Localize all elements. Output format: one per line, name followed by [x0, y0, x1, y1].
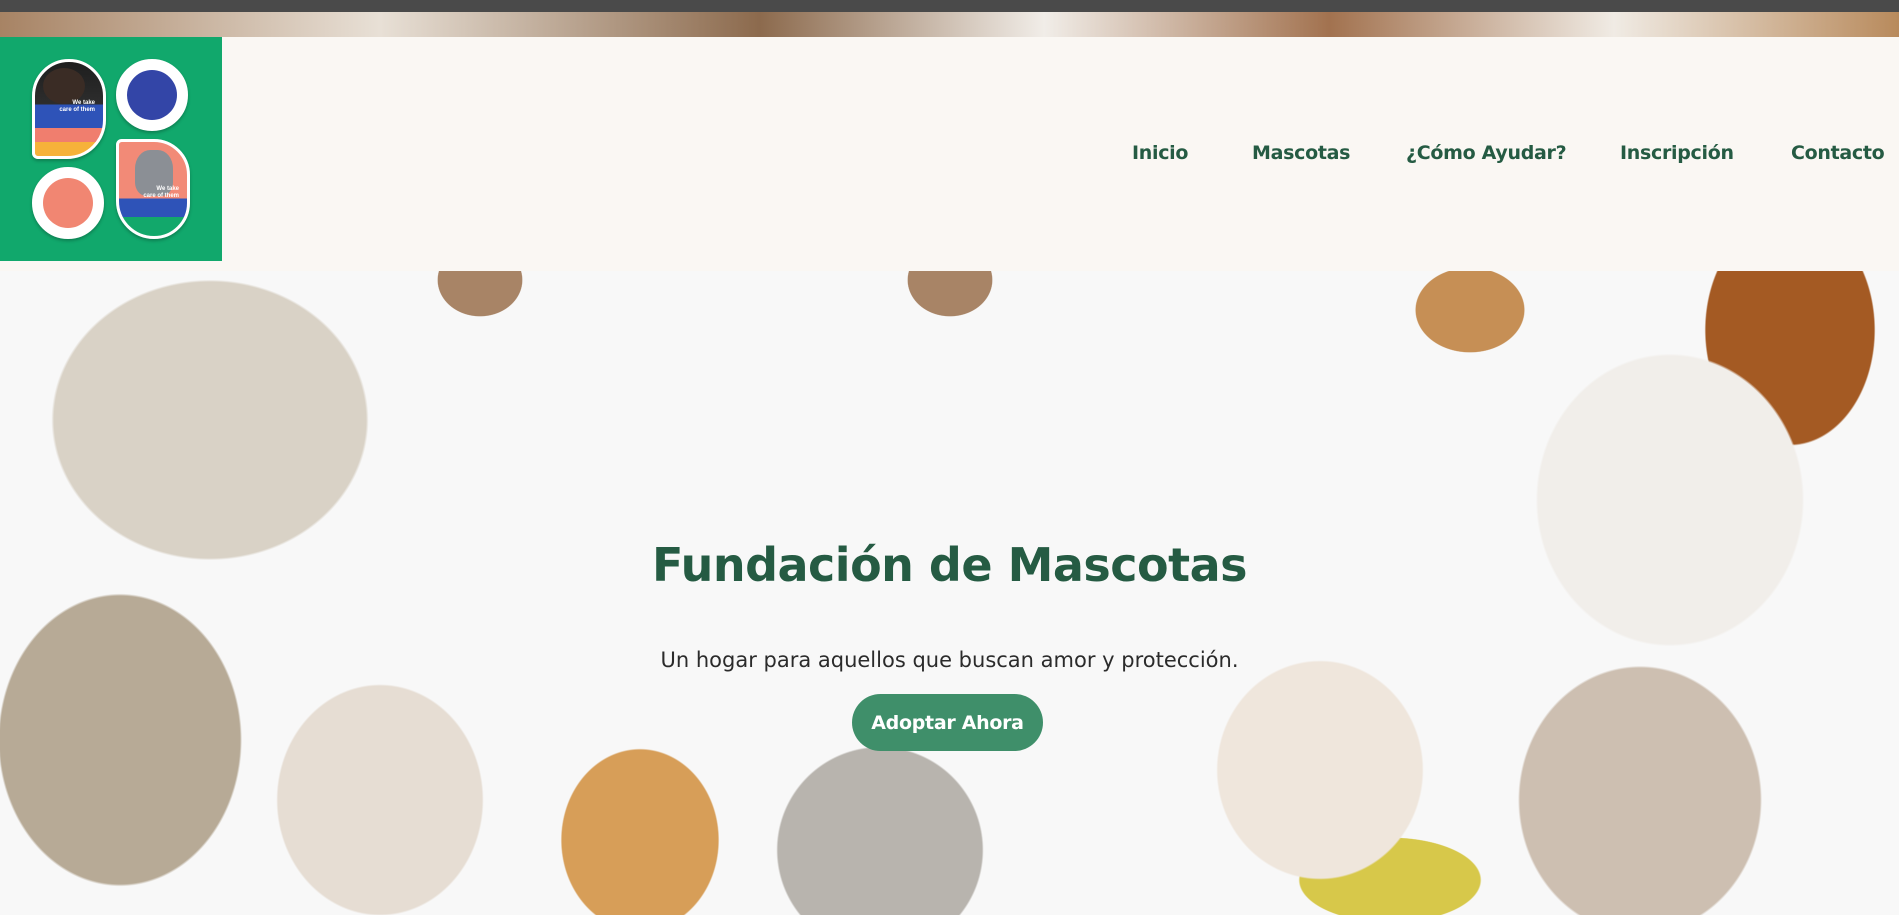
browser-top-bar: [0, 0, 1899, 12]
nav-item-contacto[interactable]: Contacto: [1791, 142, 1885, 164]
top-photo-strip: [0, 12, 1899, 37]
cat-circle-badge-icon: [32, 167, 104, 239]
dog-icon: [43, 68, 85, 104]
site-header: We take care of them We take care of the…: [0, 37, 1899, 271]
dog-circle-badge-icon: [116, 59, 188, 131]
adopt-now-button[interactable]: Adoptar Ahora: [852, 694, 1043, 751]
cat-silhouette-icon: [43, 178, 93, 228]
nav-item-mascotas[interactable]: Mascotas: [1252, 142, 1350, 164]
site-logo[interactable]: We take care of them We take care of the…: [0, 37, 222, 261]
dog-silhouette-icon: [127, 70, 177, 120]
hero-title: Fundación de Mascotas: [651, 538, 1248, 592]
nav-item-inscripcion[interactable]: Inscripción: [1620, 142, 1734, 164]
nav-item-como-ayudar[interactable]: ¿Cómo Ayudar?: [1406, 142, 1567, 164]
badge-text: We take care of them: [59, 100, 95, 113]
nav-item-inicio[interactable]: Inicio: [1132, 142, 1188, 164]
cat-badge-icon: We take care of them: [116, 139, 190, 239]
badge-text: We take care of them: [143, 186, 179, 199]
dog-badge-icon: We take care of them: [32, 59, 106, 159]
hero-subtitle: Un hogar para aquellos que buscan amor y…: [660, 648, 1239, 672]
